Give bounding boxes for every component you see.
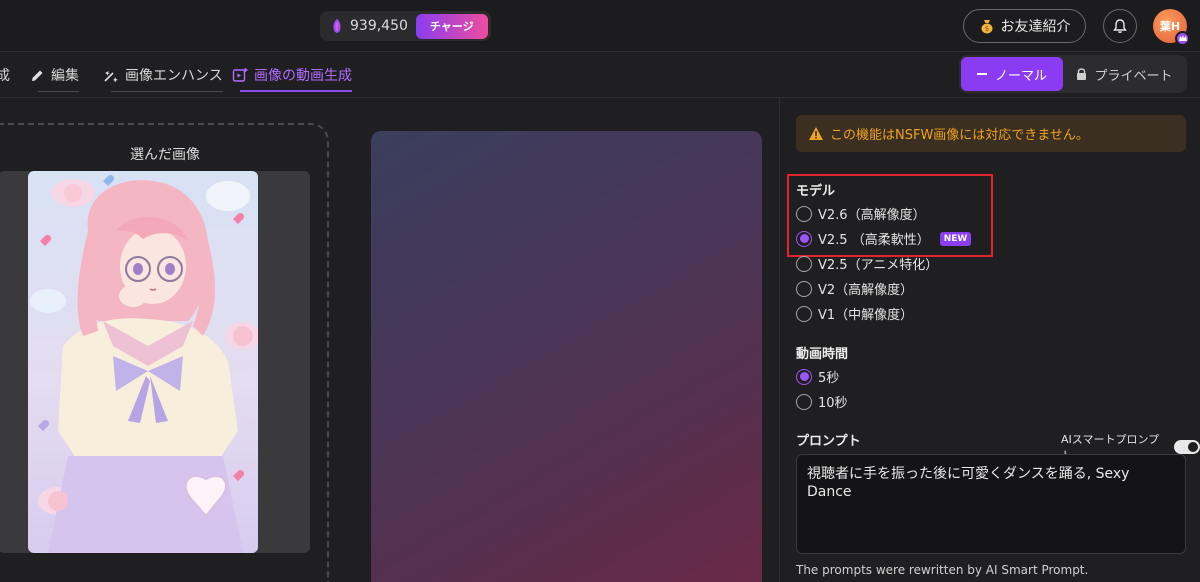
selected-image-title: 選んだ画像 — [130, 147, 200, 163]
prompt-section-title: プロンプト — [796, 434, 861, 449]
radio-button[interactable] — [796, 205, 812, 222]
model-option-v2-6[interactable]: V2.6（高解像度） — [796, 204, 926, 223]
selected-image-thumbnail[interactable] — [28, 171, 258, 553]
nsfw-warning-banner: この機能はNSFW画像には対応できません。 — [796, 115, 1186, 152]
invite-friends-button[interactable]: $ お友達紹介 — [963, 9, 1086, 43]
tab-generate[interactable]: 成 — [0, 52, 10, 98]
user-avatar[interactable]: 葉H — [1153, 9, 1190, 46]
model-label: V2.5 （高柔軟性） — [818, 233, 930, 248]
duration-option-10s[interactable]: 10秒 — [796, 392, 848, 411]
bell-icon — [1113, 19, 1127, 33]
money-bag-icon: $ — [981, 20, 992, 34]
visibility-mode-toggle: ノーマル プライベート — [959, 55, 1187, 93]
lock-icon — [1077, 68, 1087, 80]
credits-display: 939,450 チャージ — [320, 11, 491, 41]
model-label: V1（中解像度） — [818, 308, 914, 323]
anime-girl-illustration — [30, 174, 258, 553]
tab-label: 画像エンハンス — [125, 68, 223, 84]
mode-normal-button[interactable]: ノーマル — [961, 57, 1063, 91]
prompt-textarea[interactable]: 視聴者に手を振った後に可愛くダンスを踊る, Sexy Dance — [796, 454, 1186, 554]
mode-private-label: プライベート — [1094, 68, 1173, 84]
crown-icon — [1175, 31, 1190, 46]
tab-label: 編集 — [51, 68, 79, 84]
svg-text:$: $ — [984, 25, 988, 33]
radio-button[interactable] — [796, 255, 812, 272]
model-option-v2[interactable]: V2（高解像度） — [796, 279, 913, 298]
model-label: V2（高解像度） — [818, 283, 914, 298]
mode-private-button[interactable]: プライベート — [1063, 57, 1185, 91]
pencil-icon — [32, 70, 43, 81]
model-option-v2-5[interactable]: V2.5 （高柔軟性） NEW — [796, 229, 972, 248]
minus-icon — [976, 73, 987, 75]
radio-button[interactable] — [796, 393, 812, 410]
magic-wand-icon — [104, 70, 118, 83]
duration-option-5s[interactable]: 5秒 — [796, 367, 839, 386]
warning-icon — [809, 127, 823, 140]
model-option-v1[interactable]: V1（中解像度） — [796, 304, 913, 323]
tool-tab-bar: 成 編集 画像エンハンス 画像の動画生成 ノーマル プライベート — [0, 52, 1200, 98]
model-label: V2.5（アニメ特化） — [818, 258, 939, 273]
video-plus-icon — [232, 68, 248, 82]
tab-image-to-video[interactable]: 画像の動画生成 — [232, 52, 352, 98]
tab-enhance[interactable]: 画像エンハンス — [103, 52, 223, 98]
duration-section-title: 動画時間 — [796, 347, 849, 362]
tab-label: 画像の動画生成 — [254, 68, 352, 84]
duration-label: 5秒 — [818, 371, 840, 386]
video-preview-area — [371, 131, 762, 582]
warning-text: この機能はNSFW画像には対応できません。 — [830, 128, 1089, 143]
credits-count: 939,450 — [350, 18, 408, 34]
notifications-button[interactable] — [1103, 9, 1137, 43]
mode-normal-label: ノーマル — [994, 68, 1047, 84]
radio-button[interactable] — [796, 368, 812, 385]
top-bar: 939,450 チャージ $ お友達紹介 葉H — [0, 0, 1200, 52]
radio-button[interactable] — [796, 280, 812, 297]
model-option-v2-5-anime[interactable]: V2.5（アニメ特化） — [796, 254, 938, 273]
charge-button[interactable]: チャージ — [415, 13, 488, 39]
radio-button[interactable] — [796, 305, 812, 322]
model-label: V2.6（高解像度） — [818, 208, 926, 223]
prompt-rewrite-note: The prompts were rewritten by AI Smart P… — [796, 563, 1089, 577]
model-section-title: モデル — [796, 184, 836, 199]
new-badge: NEW — [939, 231, 972, 246]
smart-prompt-switch[interactable] — [1174, 440, 1200, 454]
invite-label: お友達紹介 — [1000, 19, 1071, 35]
panel-divider — [779, 98, 780, 582]
radio-button[interactable] — [796, 230, 812, 247]
tab-label: 成 — [0, 68, 10, 84]
gem-icon — [333, 18, 341, 34]
tab-edit[interactable]: 編集 — [30, 52, 79, 98]
duration-label: 10秒 — [818, 396, 848, 411]
